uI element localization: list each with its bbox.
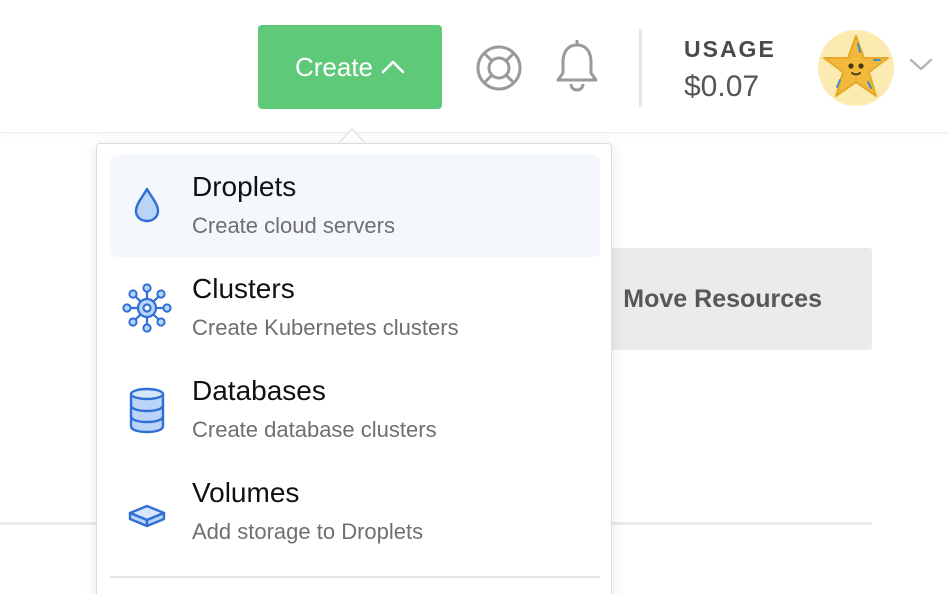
chevron-up-icon [381, 59, 405, 75]
menu-item-clusters[interactable]: Clusters Create Kubernetes clusters [110, 257, 600, 359]
app-root: Move Resources Create USAGE $0.07 Drople… [0, 0, 948, 594]
menu-item-title: Databases [192, 375, 326, 406]
menu-item-subtitle: Create Kubernetes clusters [192, 315, 459, 340]
starfish-avatar-icon [818, 30, 894, 106]
create-button[interactable]: Create [258, 25, 442, 109]
top-navbar: Create USAGE $0.07 [0, 0, 948, 133]
header-divider [639, 29, 642, 107]
menu-item-volumes[interactable]: Volumes Add storage to Droplets [110, 461, 600, 563]
menu-item-droplets[interactable]: Droplets Create cloud servers [110, 155, 600, 257]
menu-divider [110, 576, 600, 578]
volume-icon [122, 487, 172, 537]
menu-item-databases[interactable]: Databases Create database clusters [110, 359, 600, 461]
menu-item-subtitle: Create cloud servers [192, 213, 395, 238]
help-lifebuoy-icon[interactable] [474, 43, 524, 93]
create-dropdown-menu: Droplets Create cloud servers Clusters C… [96, 143, 612, 594]
kubernetes-icon [122, 283, 172, 333]
notification-bell-icon[interactable] [552, 39, 602, 94]
menu-item-title: Droplets [192, 171, 297, 202]
menu-item-subtitle: Create database clusters [192, 417, 437, 442]
usage-value[interactable]: $0.07 [684, 70, 759, 104]
move-resources-label: Move Resources [623, 284, 822, 313]
create-button-label: Create [294, 51, 374, 82]
usage-label: USAGE [684, 36, 776, 62]
menu-item-title: Volumes [192, 477, 300, 508]
database-icon [122, 385, 172, 435]
droplet-icon [122, 181, 172, 231]
menu-item-title: Clusters [192, 273, 295, 304]
chevron-down-icon[interactable] [908, 54, 934, 74]
avatar[interactable] [818, 30, 894, 106]
menu-item-subtitle: Add storage to Droplets [192, 519, 424, 544]
